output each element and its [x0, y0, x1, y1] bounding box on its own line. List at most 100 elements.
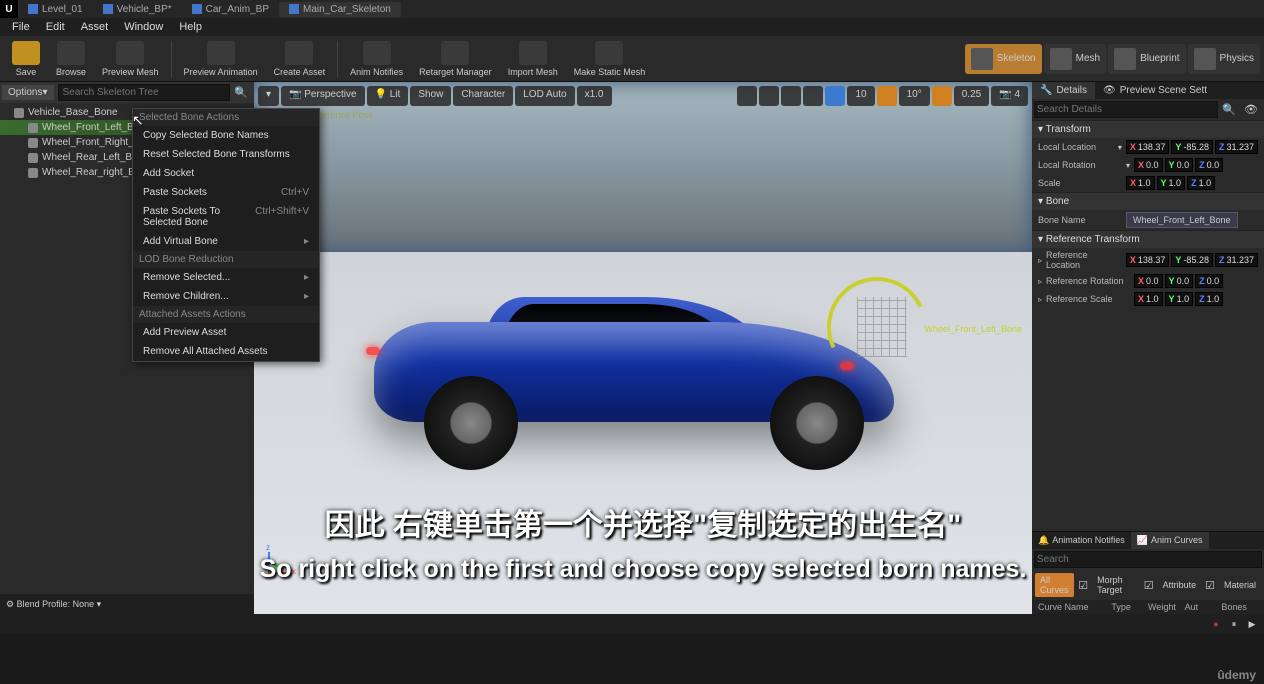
subtitle-en: So right click on the first and choose c… — [254, 555, 1032, 584]
speed-button[interactable]: x1.0 — [577, 86, 612, 106]
anim-icon — [207, 41, 235, 65]
subtitle-cn: 因此 右键单击第一个并选择"复制选定的出生名" — [254, 500, 1032, 544]
timeline-bar: ● ⏸ ▶ — [0, 614, 1264, 634]
bone-icon — [28, 153, 38, 163]
filter-icon[interactable]: 👁 — [1240, 101, 1262, 118]
import-mesh-button[interactable]: Import Mesh — [500, 39, 566, 79]
ctx-add-virtual-bone[interactable]: Add Virtual Bone — [133, 232, 319, 251]
viewport[interactable]: Wheel_Front_Left_Bone z x ▾ 📷 Perspectiv… — [254, 82, 1032, 614]
record-button[interactable]: ● — [1210, 619, 1222, 630]
lod-button[interactable]: LOD Auto — [515, 86, 574, 106]
ctx-remove-all-assets[interactable]: Remove All Attached Assets — [133, 342, 319, 361]
section-ref-transform[interactable]: Reference Transform — [1032, 230, 1264, 248]
anim-curves-tab[interactable]: 📈 Anim Curves — [1131, 532, 1209, 549]
filter-morph-checkbox[interactable]: ☑ — [1078, 579, 1088, 592]
title-bar: U Level_01 Vehicle_BP* Car_Anim_BP Main_… — [0, 0, 1264, 18]
editor-tab[interactable]: Main_Car_Skeleton — [279, 2, 401, 17]
filter-material-checkbox[interactable]: ☑ — [1205, 579, 1215, 592]
perspective-button[interactable]: 📷 Perspective — [281, 86, 364, 106]
save-button[interactable]: Save — [4, 39, 48, 79]
options-dropdown[interactable]: Options▾ — [2, 85, 54, 100]
ctx-copy-bone-names[interactable]: Copy Selected Bone Names — [133, 126, 319, 145]
bp-icon — [103, 4, 113, 14]
ue-logo-icon: U — [0, 0, 18, 18]
browse-icon — [57, 41, 85, 65]
skeleton-mode-icon — [971, 48, 993, 70]
preview-anim-button[interactable]: Preview Animation — [176, 39, 266, 79]
character-button[interactable]: Character — [453, 86, 513, 106]
skeleton-icon — [289, 4, 299, 14]
vp-scale-icon[interactable] — [781, 86, 801, 106]
ctx-add-preview-asset[interactable]: Add Preview Asset — [133, 323, 319, 342]
details-tab[interactable]: 🔧 Details — [1032, 82, 1095, 99]
show-button[interactable]: Show — [410, 86, 451, 106]
menu-window[interactable]: Window — [116, 19, 171, 35]
menu-help[interactable]: Help — [171, 19, 210, 35]
bone-icon — [28, 138, 38, 148]
browse-button[interactable]: Browse — [48, 39, 94, 79]
preview-mesh-button[interactable]: Preview Mesh — [94, 39, 167, 79]
car-mesh — [354, 282, 914, 462]
details-panel: 🔧 Details 👁 Preview Scene Sett 🔍 👁 Trans… — [1032, 82, 1264, 614]
menu-bar: File Edit Asset Window Help — [0, 18, 1264, 36]
bp-mode-icon — [1114, 48, 1136, 70]
editor-tab[interactable]: Level_01 — [18, 2, 93, 17]
snap-scale-value[interactable]: 0.25 — [954, 86, 989, 106]
preview-scene-tab[interactable]: 👁 Preview Scene Sett — [1095, 82, 1215, 99]
menu-asset[interactable]: Asset — [73, 19, 117, 35]
snap-grid-toggle[interactable] — [825, 86, 845, 106]
details-search-input[interactable] — [1034, 101, 1218, 118]
vp-move-icon[interactable] — [737, 86, 757, 106]
ctx-section-header: LOD Bone Reduction — [133, 251, 319, 268]
anim-bp-icon — [192, 4, 202, 14]
bone-icon — [14, 108, 24, 118]
section-transform[interactable]: Transform — [1032, 120, 1264, 138]
menu-file[interactable]: File — [4, 19, 38, 35]
snap-scale-toggle[interactable] — [932, 86, 952, 106]
ctx-paste-sockets[interactable]: Paste SocketsCtrl+V — [133, 183, 319, 202]
ctx-add-socket[interactable]: Add Socket — [133, 164, 319, 183]
editor-tab[interactable]: Vehicle_BP* — [93, 2, 182, 17]
play-button[interactable]: ▶ — [1246, 619, 1258, 630]
filter-attribute-checkbox[interactable]: ☑ — [1144, 579, 1154, 592]
skeleton-search-input[interactable] — [58, 84, 231, 101]
save-icon — [12, 41, 40, 65]
import-icon — [519, 41, 547, 65]
mode-mesh-tab[interactable]: Mesh — [1044, 44, 1106, 74]
viewport-menu[interactable]: ▾ — [258, 86, 279, 106]
search-icon[interactable]: 🔍 — [230, 86, 252, 99]
vp-rotate-icon[interactable] — [759, 86, 779, 106]
anim-notifies-button[interactable]: Anim Notifies — [342, 39, 411, 79]
bone-icon — [28, 123, 38, 133]
section-bone[interactable]: Bone — [1032, 192, 1264, 210]
create-icon — [285, 41, 313, 65]
camera-speed[interactable]: 📷 4 — [991, 86, 1028, 106]
snap-angle-value[interactable]: 10° — [899, 86, 930, 106]
level-icon — [28, 4, 38, 14]
create-asset-button[interactable]: Create Asset — [266, 39, 334, 79]
make-static-button[interactable]: Make Static Mesh — [566, 39, 654, 79]
bone-context-menu: Selected Bone Actions Copy Selected Bone… — [132, 108, 320, 362]
ctx-remove-selected[interactable]: Remove Selected... — [133, 268, 319, 287]
snap-angle-toggle[interactable] — [877, 86, 897, 106]
snap-grid-value[interactable]: 10 — [847, 86, 874, 106]
filter-all-curves[interactable]: All Curves — [1035, 573, 1074, 597]
ctx-reset-transforms[interactable]: Reset Selected Bone Transforms — [133, 145, 319, 164]
anim-search-input[interactable] — [1034, 551, 1262, 568]
anim-notifies-tab[interactable]: 🔔 Animation Notifies — [1032, 532, 1131, 549]
mode-skeleton-tab[interactable]: Skeleton — [965, 44, 1042, 74]
pause-button[interactable]: ⏸ — [1228, 619, 1240, 630]
menu-edit[interactable]: Edit — [38, 19, 73, 35]
mode-physics-tab[interactable]: Physics — [1188, 44, 1260, 74]
editor-tab[interactable]: Car_Anim_BP — [182, 2, 279, 17]
bone-icon — [28, 168, 38, 178]
physics-mode-icon — [1194, 48, 1216, 70]
ctx-remove-children[interactable]: Remove Children... — [133, 287, 319, 306]
search-icon[interactable]: 🔍 — [1218, 101, 1240, 118]
blend-profile-dropdown[interactable]: ⚙ Blend Profile: None ▾ — [6, 599, 101, 610]
retarget-button[interactable]: Retarget Manager — [411, 39, 500, 79]
mode-blueprint-tab[interactable]: Blueprint — [1108, 44, 1185, 74]
lit-button[interactable]: 💡 Lit — [367, 86, 409, 106]
vp-world-icon[interactable] — [803, 86, 823, 106]
ctx-paste-sockets-selected[interactable]: Paste Sockets To Selected BoneCtrl+Shift… — [133, 202, 319, 232]
